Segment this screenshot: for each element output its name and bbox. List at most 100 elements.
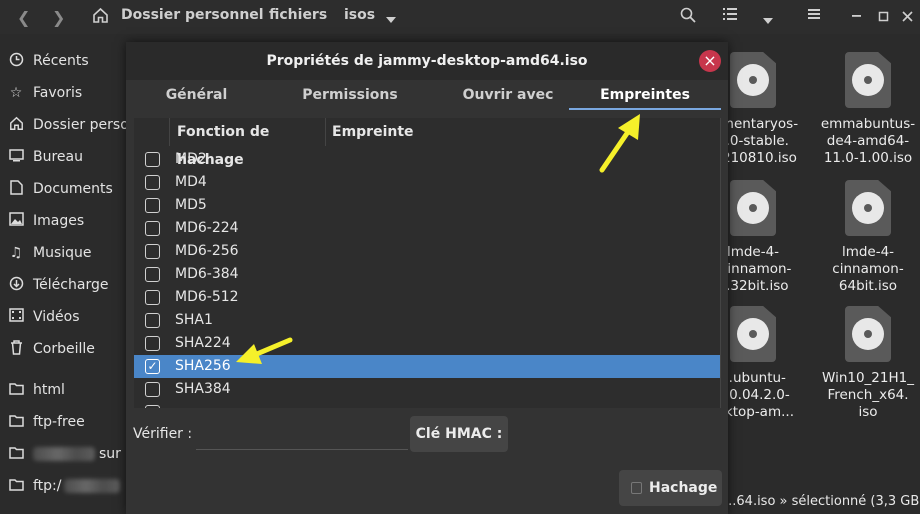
table-row-partial[interactable]	[134, 401, 720, 408]
tab-permissions[interactable]: Permissions	[267, 80, 433, 110]
sidebar-item-recents[interactable]: Récents	[0, 45, 126, 77]
checkmark-icon: ✓	[147, 359, 158, 373]
search-icon[interactable]	[680, 7, 696, 27]
file-item[interactable]: Win10_21H1_ French_x64. iso	[813, 306, 920, 421]
sidebar-item-ftp[interactable]: ftp:/	[0, 470, 126, 502]
iso-disc-icon	[730, 306, 776, 362]
maximize-icon[interactable]	[878, 9, 890, 27]
hash-checkbox[interactable]	[145, 175, 160, 190]
hash-name: MD5	[175, 197, 207, 213]
selection-status: ...64.iso » sélectionné (3,3 GB)	[724, 494, 920, 509]
sidebar-item-musique[interactable]: ♫ Musique	[0, 237, 126, 269]
annotation-arrow-icon	[599, 114, 640, 173]
sidebar-item-label: Vidéos	[33, 309, 80, 325]
document-icon	[8, 179, 24, 199]
hash-name: MD4	[175, 174, 207, 190]
folder-icon	[8, 478, 24, 495]
sidebar-item-ftp-free[interactable]: ftp-free	[0, 406, 126, 438]
table-border	[720, 118, 721, 408]
file-name: Win10_21H1_ French_x64. iso	[822, 370, 914, 420]
hash-name: SHA1	[175, 312, 213, 328]
download-icon	[8, 276, 24, 295]
table-row[interactable]: SHA1	[134, 309, 720, 332]
hash-checkbox[interactable]	[145, 267, 160, 282]
table-row[interactable]: MD6-384	[134, 263, 720, 286]
sidebar-item-label: ftp-free	[33, 414, 85, 430]
close-window-icon[interactable]	[902, 9, 914, 27]
tab-general[interactable]: Général	[126, 80, 267, 110]
hash-name: MD2	[175, 151, 207, 167]
chevron-down-icon[interactable]	[385, 10, 397, 28]
sidebar-item-label: Images	[33, 213, 85, 229]
home-icon[interactable]	[92, 7, 109, 28]
star-icon: ☆	[9, 85, 23, 101]
dialog-close-button[interactable]: ×	[699, 50, 721, 72]
sidebar-item-label: Dossier perso	[33, 117, 126, 133]
back-icon[interactable]: ❮	[17, 8, 30, 27]
breadcrumb-home[interactable]: Dossier personnel	[121, 7, 264, 23]
sidebar-item-corbeille[interactable]: Corbeille	[0, 333, 126, 365]
sidebar: Récents ☆ Favoris Dossier perso Bureau D…	[0, 34, 126, 514]
sidebar-item-label: sur	[99, 446, 121, 462]
hash-checkbox-checked[interactable]: ✓	[145, 359, 160, 374]
list-view-icon[interactable]	[723, 7, 737, 25]
folder-icon	[8, 414, 24, 431]
hash-checkbox[interactable]	[145, 198, 160, 213]
table-row[interactable]: MD6-224	[134, 217, 720, 240]
table-row[interactable]: MD6-256	[134, 240, 720, 263]
hash-checkbox[interactable]	[145, 336, 160, 351]
column-header-select	[134, 118, 170, 146]
hash-button-label: Hachage	[649, 480, 718, 496]
sidebar-item-home[interactable]: Dossier perso	[0, 109, 126, 141]
table-row[interactable]: MD6-512	[134, 286, 720, 309]
table-row-selected[interactable]: ✓ SHA256	[134, 355, 720, 378]
hash-checkbox[interactable]	[145, 221, 160, 236]
sidebar-item-label: Documents	[33, 181, 113, 197]
sidebar-item-favoris[interactable]: ☆ Favoris	[0, 77, 126, 109]
column-header-hash-function[interactable]: Fonction de hachage	[170, 118, 326, 168]
hash-name: SHA256	[175, 358, 231, 374]
sidebar-item-label: Musique	[33, 245, 92, 261]
table-row[interactable]: MD5	[134, 194, 720, 217]
hmac-key-button[interactable]: Clé HMAC :	[410, 416, 508, 452]
redacted-text	[63, 479, 120, 493]
hash-checkbox[interactable]	[145, 290, 160, 305]
sidebar-item-images[interactable]: Images	[0, 205, 126, 237]
menu-icon[interactable]	[807, 7, 821, 25]
sidebar-item-bureau[interactable]: Bureau	[0, 141, 126, 173]
hash-checkbox[interactable]	[145, 405, 160, 408]
hash-checkbox[interactable]	[145, 152, 160, 167]
sidebar-item-label: Corbeille	[33, 341, 95, 357]
hash-checkbox[interactable]	[145, 244, 160, 259]
hash-name: MD6-512	[175, 289, 239, 305]
sidebar-item-label: html	[33, 382, 65, 398]
trash-icon	[8, 339, 24, 359]
folder-icon	[8, 382, 24, 399]
hash-name: SHA224	[175, 335, 231, 351]
sidebar-item-videos[interactable]: Vidéos	[0, 301, 126, 333]
tab-empreintes[interactable]: Empreintes	[569, 80, 721, 110]
iso-disc-icon	[730, 52, 776, 108]
view-options-chevron-icon[interactable]	[762, 11, 774, 29]
verify-input[interactable]	[196, 418, 408, 450]
hash-name: MD6-256	[175, 243, 239, 259]
sidebar-item-network-share[interactable]: sur	[0, 438, 126, 470]
sidebar-item-html[interactable]: html	[0, 374, 126, 406]
minimize-icon[interactable]	[851, 5, 863, 23]
sidebar-item-telechargements[interactable]: Télécharge	[0, 269, 126, 301]
sidebar-item-label: Récents	[33, 53, 89, 69]
file-item[interactable]: lmde-4- cinnamon- 64bit.iso	[813, 180, 920, 295]
column-header-fingerprint[interactable]: Empreinte	[326, 118, 720, 146]
hash-checkbox[interactable]	[145, 313, 160, 328]
table-row[interactable]: SHA224	[134, 332, 720, 355]
breadcrumb-isos[interactable]: isos	[344, 7, 375, 23]
sidebar-item-documents[interactable]: Documents	[0, 173, 126, 205]
file-item[interactable]: emmabuntus- de4-amd64- 11.0-1.00.iso	[813, 52, 920, 167]
breadcrumb-fichiers[interactable]: fichiers	[269, 7, 327, 23]
hash-name: MD6-224	[175, 220, 239, 236]
table-row[interactable]: SHA384	[134, 378, 720, 401]
hash-button[interactable]: Hachage	[619, 470, 722, 506]
forward-icon[interactable]: ❯	[52, 8, 65, 27]
hash-checkbox[interactable]	[145, 382, 160, 397]
tab-ouvrir-avec[interactable]: Ouvrir avec	[433, 80, 583, 110]
